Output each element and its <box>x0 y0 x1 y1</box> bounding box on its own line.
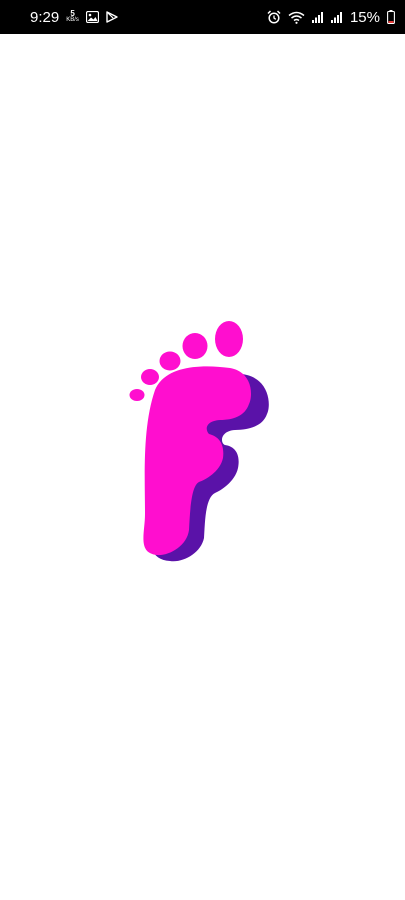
logo-toe-2 <box>182 333 208 359</box>
logo-toe-large <box>215 321 243 357</box>
status-bar: 9:29 5 KB/s 15% <box>0 0 405 34</box>
network-speed: 5 KB/s <box>66 10 79 24</box>
status-bar-left: 9:29 5 KB/s <box>30 9 118 26</box>
logo-toe-3 <box>159 351 181 371</box>
battery-percent: 15% <box>349 8 380 26</box>
battery-icon <box>387 10 395 24</box>
footprint-f-logo-icon <box>129 321 269 562</box>
status-time: 9:29 <box>30 8 60 26</box>
app-screen: 9:29 5 KB/s 15% <box>0 0 405 900</box>
network-speed-value: 5 <box>70 9 75 18</box>
signal-icon <box>311 11 324 23</box>
image-notification-icon <box>85 11 99 23</box>
status-bar-right: 15% <box>267 9 395 26</box>
play-store-icon <box>106 11 118 23</box>
network-speed-unit: KB/s <box>66 17 79 23</box>
wifi-icon <box>288 11 305 24</box>
logo-toe-4 <box>141 369 159 385</box>
signal-icon-2 <box>330 11 343 23</box>
logo-toe-5 <box>129 389 145 401</box>
alarm-icon <box>267 10 281 24</box>
app-logo <box>125 318 275 564</box>
